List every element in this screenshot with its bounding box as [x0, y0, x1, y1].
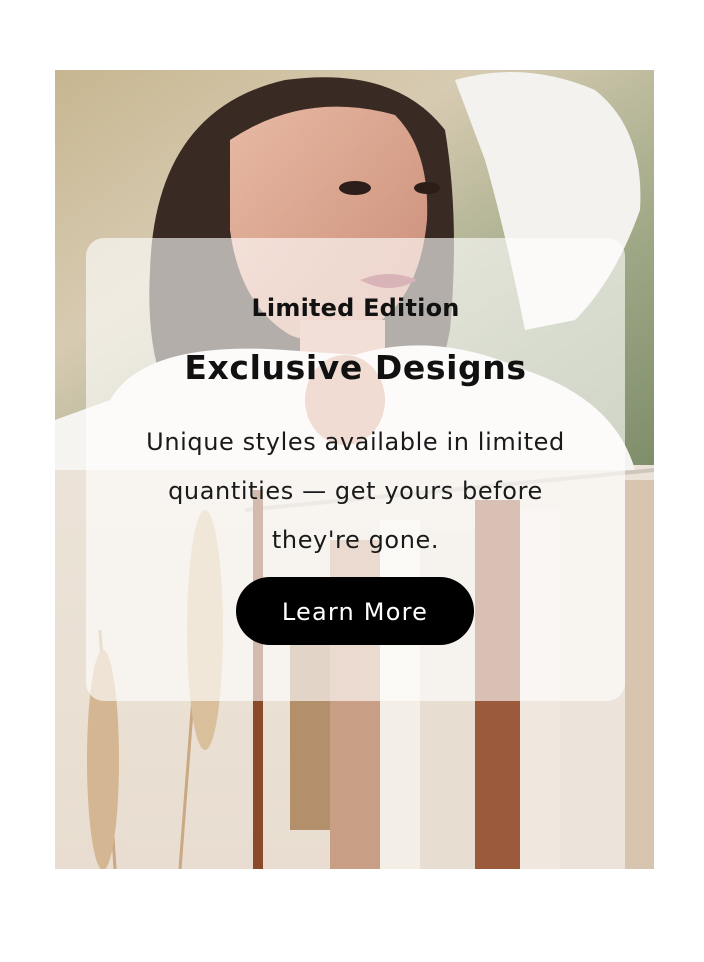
promo-card: Limited Edition Exclusive Designs Unique…: [86, 238, 625, 701]
learn-more-button[interactable]: Learn More: [236, 577, 474, 645]
eyebrow-label: Limited Edition: [251, 294, 460, 322]
promo-description: Unique styles available in limited quant…: [146, 428, 565, 554]
promo-headline: Exclusive Designs: [184, 348, 527, 387]
